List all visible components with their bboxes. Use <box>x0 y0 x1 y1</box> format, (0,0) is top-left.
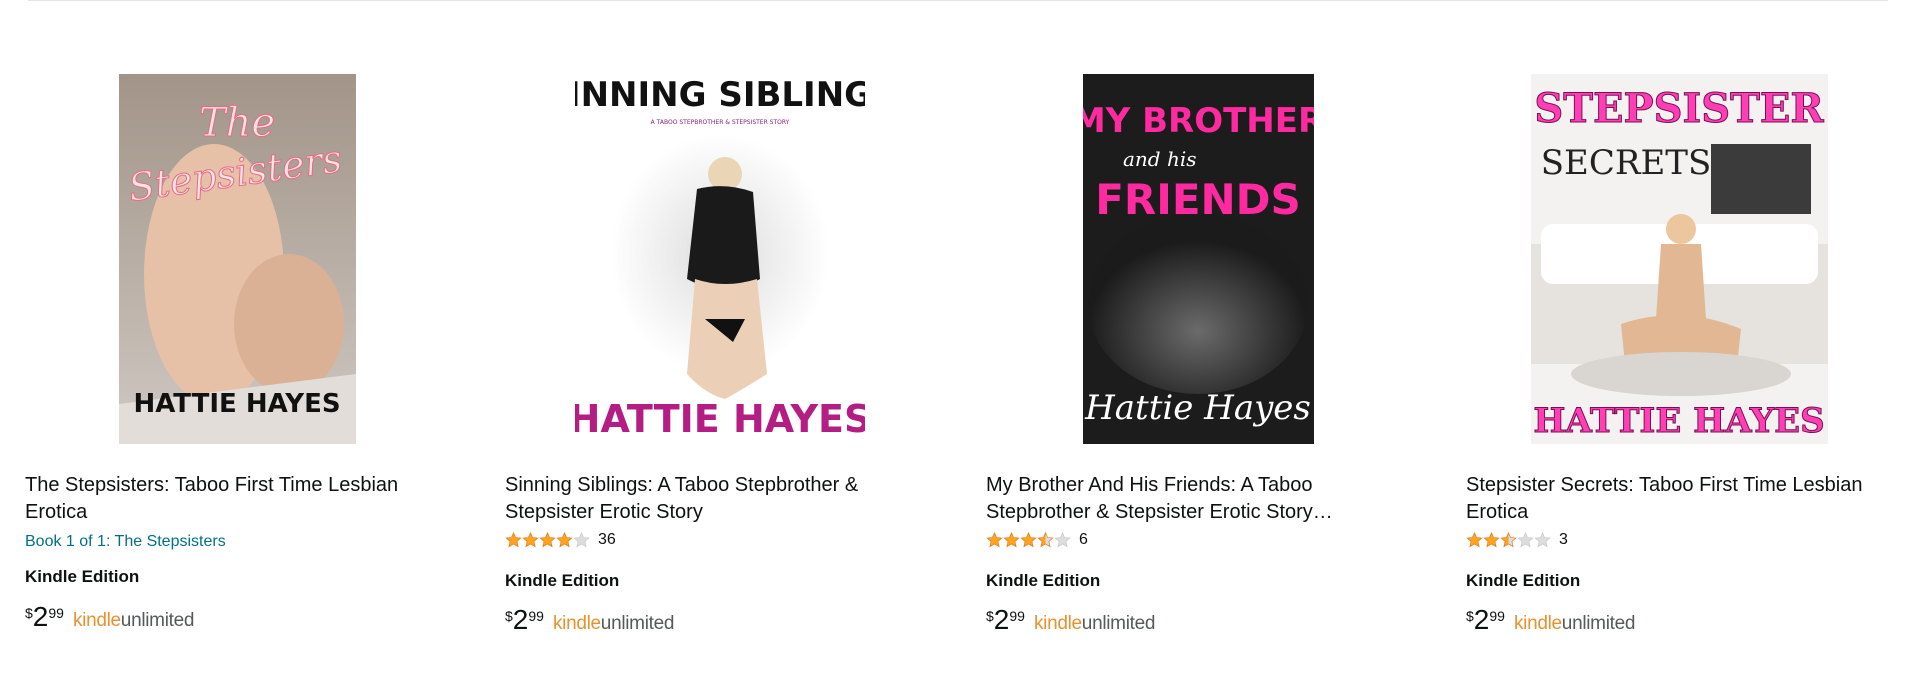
format-link[interactable]: Kindle Edition <box>505 571 619 591</box>
book-cover-image[interactable]: SINNING SIBLINGS A TABOO STEPBROTHER & S… <box>575 74 865 444</box>
price-fraction: 99 <box>1489 608 1505 624</box>
star-icon <box>556 532 573 548</box>
star-icon <box>539 532 556 548</box>
star-icon <box>1500 532 1517 548</box>
book-cover-image[interactable]: MY BROTHER and his FRIENDS Hattie Hayes <box>1083 74 1314 444</box>
star-icon <box>522 532 539 548</box>
price-whole: 2 <box>32 601 49 632</box>
price-currency: $ <box>986 608 994 624</box>
cover-title-line3: FRIENDS <box>1095 175 1301 224</box>
rating-link[interactable]: 6 <box>986 529 1088 551</box>
book-cover-image[interactable]: STEPSISTER SECRETS HATTIE HAYES <box>1531 74 1828 444</box>
star-icon <box>1466 532 1483 548</box>
title-line: The Stepsisters: Taboo First Time Lesbia… <box>25 474 399 496</box>
star-rating-icon <box>986 532 1071 548</box>
title-line: Stepbrother & Stepsister Erotic Story… <box>986 501 1333 523</box>
star-rating-icon <box>505 532 590 548</box>
star-icon <box>1054 532 1071 548</box>
cover-title-line1: MY BROTHER <box>1083 101 1314 141</box>
price[interactable]: $ 2 99 kindleunlimited <box>986 605 1155 635</box>
price-currency: $ <box>25 605 33 621</box>
cover-area: SINNING SIBLINGS A TABOO STEPBROTHER & S… <box>505 74 945 444</box>
book-cover-image[interactable]: The Stepsisters HATTIE HAYES <box>119 74 356 444</box>
title-line: Erotica <box>25 501 88 523</box>
title-line: Stepsister Secrets: Taboo First Time Les… <box>1466 474 1863 496</box>
product-title-link[interactable]: Stepsister Secrets: Taboo First Time Les… <box>1466 472 1886 526</box>
review-count: 6 <box>1079 531 1088 548</box>
kindle-unlimited-logo: kindleunlimited <box>1033 613 1156 634</box>
price-whole: 2 <box>1473 604 1490 635</box>
title-line: Sinning Siblings: A Taboo Stepbrother & <box>505 474 859 496</box>
cover-title-line1: SINNING SIBLINGS <box>575 75 865 115</box>
price-whole: 2 <box>993 604 1010 635</box>
review-count: 36 <box>598 531 616 548</box>
star-icon <box>1020 532 1037 548</box>
star-icon <box>1534 532 1551 548</box>
format-link[interactable]: Kindle Edition <box>986 571 1100 591</box>
cover-area: MY BROTHER and his FRIENDS Hattie Hayes <box>986 74 1426 444</box>
star-icon <box>1483 532 1500 548</box>
star-icon <box>986 532 1003 548</box>
cover-area: STEPSISTER SECRETS HATTIE HAYES <box>1466 74 1906 444</box>
cover-area: The Stepsisters HATTIE HAYES <box>25 74 465 444</box>
format-link[interactable]: Kindle Edition <box>25 567 139 587</box>
product-card: SINNING SIBLINGS A TABOO STEPBROTHER & S… <box>505 0 945 697</box>
title-line: Stepsister Erotic Story <box>505 501 703 523</box>
star-icon <box>505 532 522 548</box>
star-icon <box>1003 532 1020 548</box>
price-whole: 2 <box>512 604 529 635</box>
star-rating-icon <box>1466 532 1551 548</box>
cover-author: HATTIE HAYES <box>575 397 865 441</box>
product-card: STEPSISTER SECRETS HATTIE HAYES Stepsist… <box>1466 0 1906 697</box>
kindle-unlimited-logo: kindleunlimited <box>552 613 675 634</box>
star-icon <box>1517 532 1534 548</box>
star-icon <box>573 532 590 548</box>
price-fraction: 99 <box>528 608 544 624</box>
rating-link[interactable]: 3 <box>1466 529 1568 551</box>
price[interactable]: $ 2 99 kindleunlimited <box>505 605 674 635</box>
cover-author: HATTIE HAYES <box>1533 401 1824 441</box>
price-currency: $ <box>505 608 513 624</box>
cover-title-line1: The <box>199 100 275 146</box>
cover-author: Hattie Hayes <box>1084 388 1311 428</box>
price-currency: $ <box>1466 608 1474 624</box>
product-title-link[interactable]: My Brother And His Friends: A Taboo Step… <box>986 472 1406 526</box>
price-fraction: 99 <box>1009 608 1025 624</box>
price[interactable]: $ 2 99 kindleunlimited <box>25 602 194 632</box>
title-line: My Brother And His Friends: A Taboo <box>986 474 1313 496</box>
rating-link[interactable]: 36 <box>505 529 616 551</box>
product-grid: The Stepsisters HATTIE HAYES The Stepsis… <box>0 0 1920 697</box>
series-link[interactable]: Book 1 of 1: The Stepsisters <box>25 533 226 551</box>
product-card: MY BROTHER and his FRIENDS Hattie Hayes … <box>986 0 1426 697</box>
product-title-link[interactable]: The Stepsisters: Taboo First Time Lesbia… <box>25 472 445 526</box>
star-icon <box>1037 532 1054 548</box>
price[interactable]: $ 2 99 kindleunlimited <box>1466 605 1635 635</box>
cover-subtitle: A TABOO STEPBROTHER & STEPSISTER STORY <box>651 119 790 126</box>
cover-title-line2: SECRETS <box>1541 143 1712 183</box>
title-line: Erotica <box>1466 501 1529 523</box>
kindle-unlimited-logo: kindleunlimited <box>72 610 195 631</box>
cover-title-line1: STEPSISTER <box>1534 85 1824 132</box>
cover-title-line2: and his <box>1123 147 1197 171</box>
kindle-unlimited-logo: kindleunlimited <box>1513 613 1636 634</box>
price-fraction: 99 <box>48 605 64 621</box>
cover-author: HATTIE HAYES <box>133 389 340 419</box>
product-card: The Stepsisters HATTIE HAYES The Stepsis… <box>25 0 465 697</box>
review-count: 3 <box>1559 531 1568 548</box>
format-link[interactable]: Kindle Edition <box>1466 571 1580 591</box>
product-title-link[interactable]: Sinning Siblings: A Taboo Stepbrother & … <box>505 472 925 526</box>
